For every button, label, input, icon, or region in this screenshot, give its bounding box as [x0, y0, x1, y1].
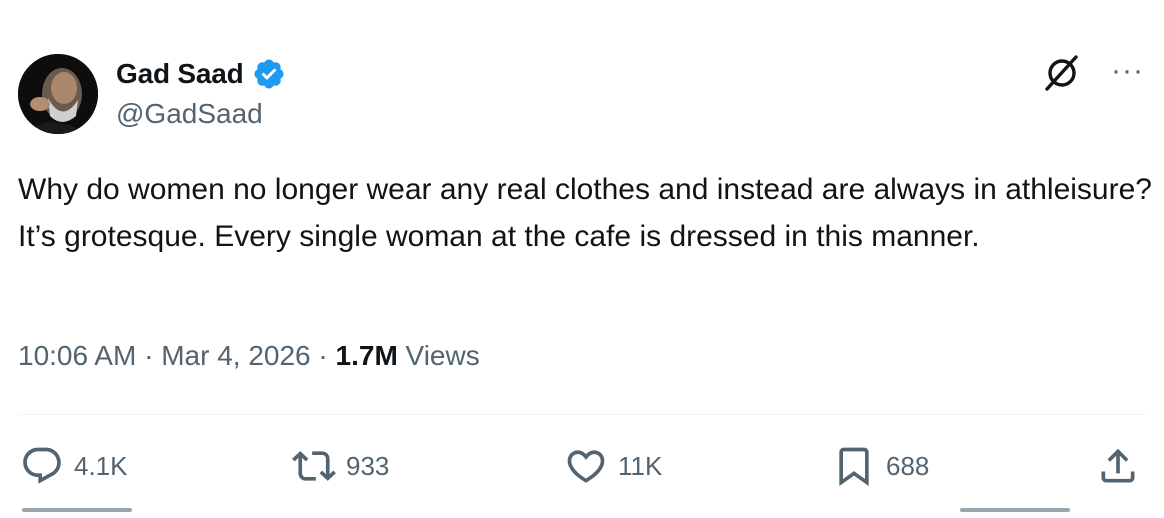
- reply-icon: [23, 447, 61, 484]
- meta-separator: ·: [136, 340, 162, 371]
- tweet-top-actions: ···: [1041, 52, 1144, 99]
- repost-count: 933: [346, 450, 390, 481]
- reply-button[interactable]: 4.1K: [20, 440, 128, 492]
- views-count[interactable]: 1.7M: [336, 340, 398, 372]
- more-options-icon[interactable]: ···: [1111, 55, 1144, 86]
- like-icon: [567, 450, 605, 483]
- divider: [18, 414, 1146, 415]
- author-name[interactable]: Gad Saad: [116, 58, 244, 90]
- repost-icon: [292, 451, 336, 481]
- author-handle[interactable]: @GadSaad: [116, 98, 263, 130]
- author-name-row: Gad Saad: [116, 56, 286, 92]
- next-row-cut-off: [0, 508, 1164, 518]
- tweet-meta: 10:06 AM · Mar 4, 2026 · 1.7M Views: [18, 340, 480, 372]
- bookmark-button[interactable]: 688: [832, 440, 929, 492]
- avatar[interactable]: [18, 54, 98, 134]
- like-count: 11K: [618, 450, 663, 481]
- tweet-date[interactable]: Mar 4, 2026: [161, 340, 310, 372]
- share-icon: [1101, 448, 1135, 483]
- grok-icon[interactable]: [1041, 52, 1083, 99]
- bookmark-count: 688: [886, 450, 930, 481]
- tweet-time[interactable]: 10:06 AM: [18, 340, 136, 372]
- tweet-action-bar: 4.1K 933 11K 688: [0, 440, 1164, 492]
- bookmark-icon: [839, 447, 869, 487]
- views-label: Views: [397, 340, 480, 371]
- verified-badge-icon[interactable]: [252, 57, 286, 91]
- share-button[interactable]: [1096, 440, 1150, 492]
- reply-count: 4.1K: [74, 450, 128, 481]
- like-button[interactable]: 11K: [564, 440, 662, 492]
- tweet-text: Why do women no longer wear any real clo…: [18, 173, 1152, 253]
- meta-separator: ·: [310, 340, 336, 371]
- repost-button[interactable]: 933: [292, 440, 389, 492]
